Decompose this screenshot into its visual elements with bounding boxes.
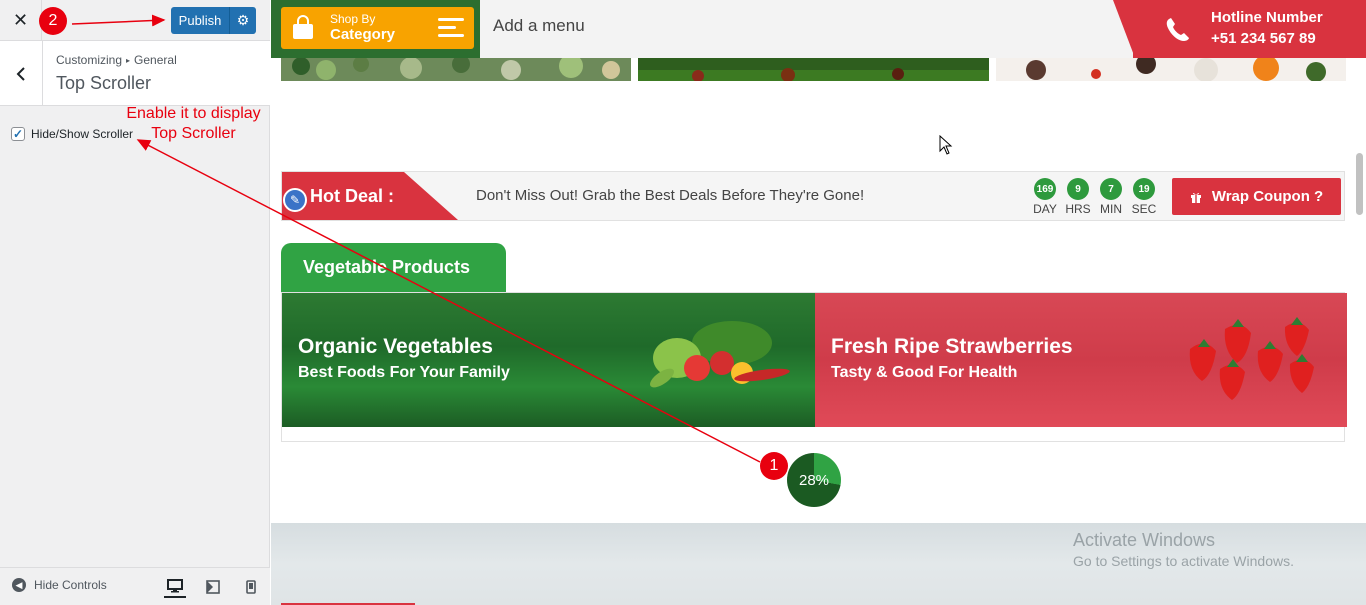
customizer-sidebar: ✕ Publish ⚙ Customizing ▸ General Top Scro… — [0, 0, 270, 605]
annotation-hint-line1: Enable it to display — [126, 105, 261, 122]
products-banner-box: Organic Vegetables Best Foods For Your F… — [281, 292, 1347, 442]
chevron-left-icon — [16, 66, 25, 81]
hide-show-scroller-option[interactable]: ✓ Hide/Show Scroller — [11, 127, 133, 141]
hot-deal-message: Don't Miss Out! Grab the Best Deals Befo… — [476, 187, 865, 204]
wrap-coupon-label: Wrap Coupon ? — [1211, 188, 1324, 205]
hot-deal-bar: ✎ Hot Deal : Don't Miss Out! Grab the Be… — [281, 171, 1345, 221]
category-area: Shop By Category — [271, 0, 480, 58]
preview-scrollbar[interactable] — [1356, 153, 1363, 215]
hotline-title: Hotline Number — [1211, 9, 1323, 26]
close-icon: ✕ — [12, 9, 29, 30]
hot-deal-label: Hot Deal : — [310, 186, 395, 206]
banner-subtitle: Tasty & Good For Health — [831, 364, 1018, 381]
mouse-cursor-icon — [939, 135, 953, 155]
section-title: Top Scroller — [56, 73, 152, 93]
close-customizer-button[interactable]: ✕ — [0, 0, 42, 40]
tablet-preview-button[interactable] — [202, 576, 224, 598]
banner-title: Fresh Ripe Strawberries — [831, 335, 1073, 358]
tablet-icon — [206, 580, 220, 594]
watermark-title: Activate Windows — [1073, 530, 1216, 550]
wrap-coupon-button[interactable]: Wrap Coupon ? — [1172, 178, 1341, 215]
phone-icon — [1166, 18, 1189, 41]
countdown-minutes: 7 MIN — [1094, 178, 1128, 216]
category-line1: Shop By — [330, 12, 376, 26]
mobile-icon — [246, 580, 256, 594]
menu-lines-icon — [438, 18, 464, 42]
countdown-value: 7 — [1100, 178, 1122, 200]
top-scroller-button[interactable]: 28% — [787, 453, 841, 507]
hide-show-scroller-checkbox[interactable]: ✓ — [11, 127, 25, 141]
pencil-icon[interactable]: ✎ — [283, 188, 307, 212]
banner-organic-vegetables[interactable]: Organic Vegetables Best Foods For Your F… — [282, 293, 815, 427]
shop-by-category-button[interactable]: Shop By Category — [281, 7, 474, 49]
arrow-left-circle-icon: ◀ — [12, 578, 26, 592]
countdown-unit: MIN — [1100, 202, 1122, 216]
tab-vegetable-products[interactable]: Vegetable Products — [281, 243, 506, 292]
windows-activation-watermark: Activate Windows Go to Settings to activ… — [1073, 530, 1294, 569]
shopping-bag-icon — [293, 15, 313, 39]
countdown-hours: 9 HRS — [1061, 178, 1095, 216]
back-button[interactable] — [0, 41, 43, 106]
breadcrumb: Customizing ▸ General — [56, 53, 177, 67]
gear-icon: ⚙ — [236, 12, 250, 28]
countdown-days: 169 DAY — [1028, 178, 1062, 216]
countdown-value: 169 — [1034, 178, 1056, 200]
countdown-unit: DAY — [1033, 202, 1057, 216]
vegetables-image-2 — [638, 58, 989, 81]
countdown-value: 9 — [1067, 178, 1089, 200]
desktop-preview-button[interactable] — [164, 576, 186, 598]
add-a-menu-link[interactable]: Add a menu — [493, 16, 585, 36]
desktop-icon — [167, 579, 183, 593]
publish-settings-button[interactable]: ⚙ — [229, 7, 256, 34]
banner-title: Organic Vegetables — [298, 335, 493, 358]
banner-subtitle: Best Foods For Your Family — [298, 364, 510, 381]
hide-controls-label: Hide Controls — [34, 578, 107, 592]
countdown-value: 19 — [1133, 178, 1155, 200]
site-preview: Shop By Category Add a menu Hotline Numb… — [271, 0, 1366, 605]
hotline-block: Hotline Number +51 234 567 89 — [1133, 0, 1366, 58]
publish-button[interactable]: Publish — [171, 7, 229, 34]
annotation-step-2-badge: 2 — [39, 7, 67, 35]
vegetables-image-1 — [281, 58, 631, 81]
breadcrumb-item: General — [134, 53, 177, 67]
vegetables-image — [650, 321, 790, 388]
hotline-number[interactable]: +51 234 567 89 — [1211, 30, 1316, 47]
hide-controls-button[interactable]: ◀ Hide Controls — [12, 578, 107, 592]
breadcrumb-item: Customizing — [56, 53, 123, 67]
banner-fresh-strawberries[interactable]: Fresh Ripe Strawberries Tasty & Good For… — [815, 293, 1347, 427]
countdown-unit: SEC — [1131, 202, 1157, 216]
hotline-slant — [1113, 0, 1135, 58]
countdown-seconds: 19 SEC — [1127, 178, 1161, 216]
strawberries-image — [1189, 317, 1314, 400]
customizer-footer: ◀ Hide Controls — [0, 567, 270, 605]
vegetables-image-3 — [996, 58, 1346, 81]
gift-icon — [1190, 192, 1201, 203]
breadcrumb-separator-icon: ▸ — [126, 56, 131, 65]
annotation-hint: Enable it to display Top Scroller — [117, 104, 270, 144]
watermark-subtitle: Go to Settings to activate Windows. — [1073, 553, 1294, 569]
countdown-unit: HRS — [1065, 202, 1091, 216]
site-header-bar: Shop By Category Add a menu Hotline Numb… — [271, 0, 1366, 58]
section-header: Customizing ▸ General Top Scroller — [0, 41, 270, 106]
category-line2: Category — [330, 26, 396, 43]
scroll-progress-label: 28% — [798, 471, 830, 489]
mobile-preview-button[interactable] — [240, 576, 262, 598]
annotation-hint-line2: Top Scroller — [151, 125, 236, 142]
annotation-step-1-badge: 1 — [760, 452, 788, 480]
